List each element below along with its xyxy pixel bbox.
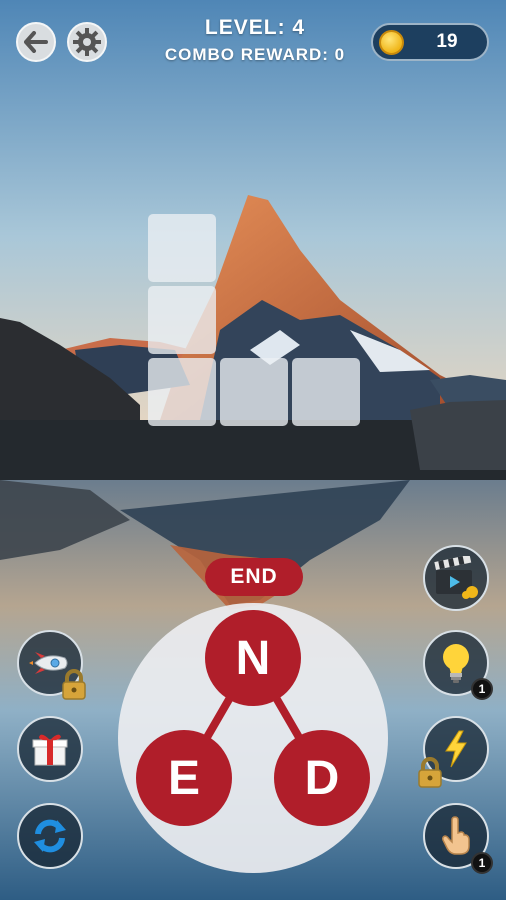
- letter-connection-lines: [180, 654, 326, 781]
- letter-tile-d[interactable]: D: [274, 730, 370, 826]
- letter-tile-e[interactable]: E: [136, 730, 232, 826]
- letter-tile-n[interactable]: N: [205, 610, 301, 706]
